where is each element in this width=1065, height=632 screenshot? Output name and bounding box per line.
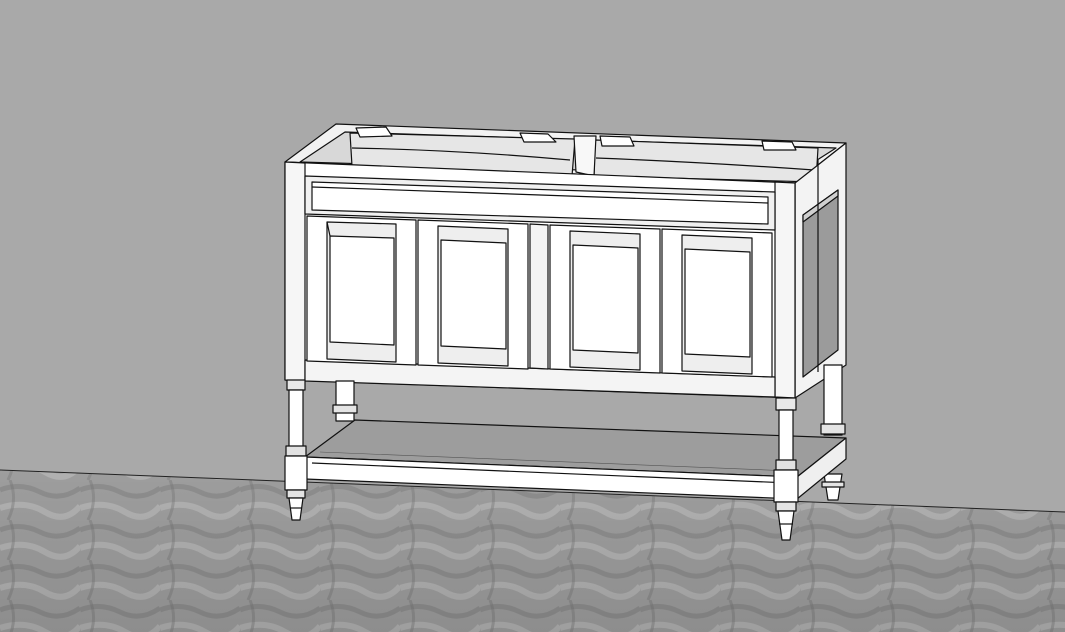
cabinet-side-panel (794, 142, 847, 399)
door-2[interactable] (417, 219, 529, 370)
scene-canvas (0, 0, 1065, 632)
cabinet-doors[interactable] (306, 215, 773, 378)
door-1[interactable] (306, 215, 417, 366)
center-mullion (529, 223, 549, 370)
door-4[interactable] (661, 228, 773, 378)
leg-back-left (332, 380, 358, 422)
leg-back-right (820, 364, 846, 501)
vanity-cabinet[interactable] (284, 123, 847, 541)
door-3[interactable] (549, 224, 661, 374)
3d-viewport[interactable] (0, 0, 1065, 632)
